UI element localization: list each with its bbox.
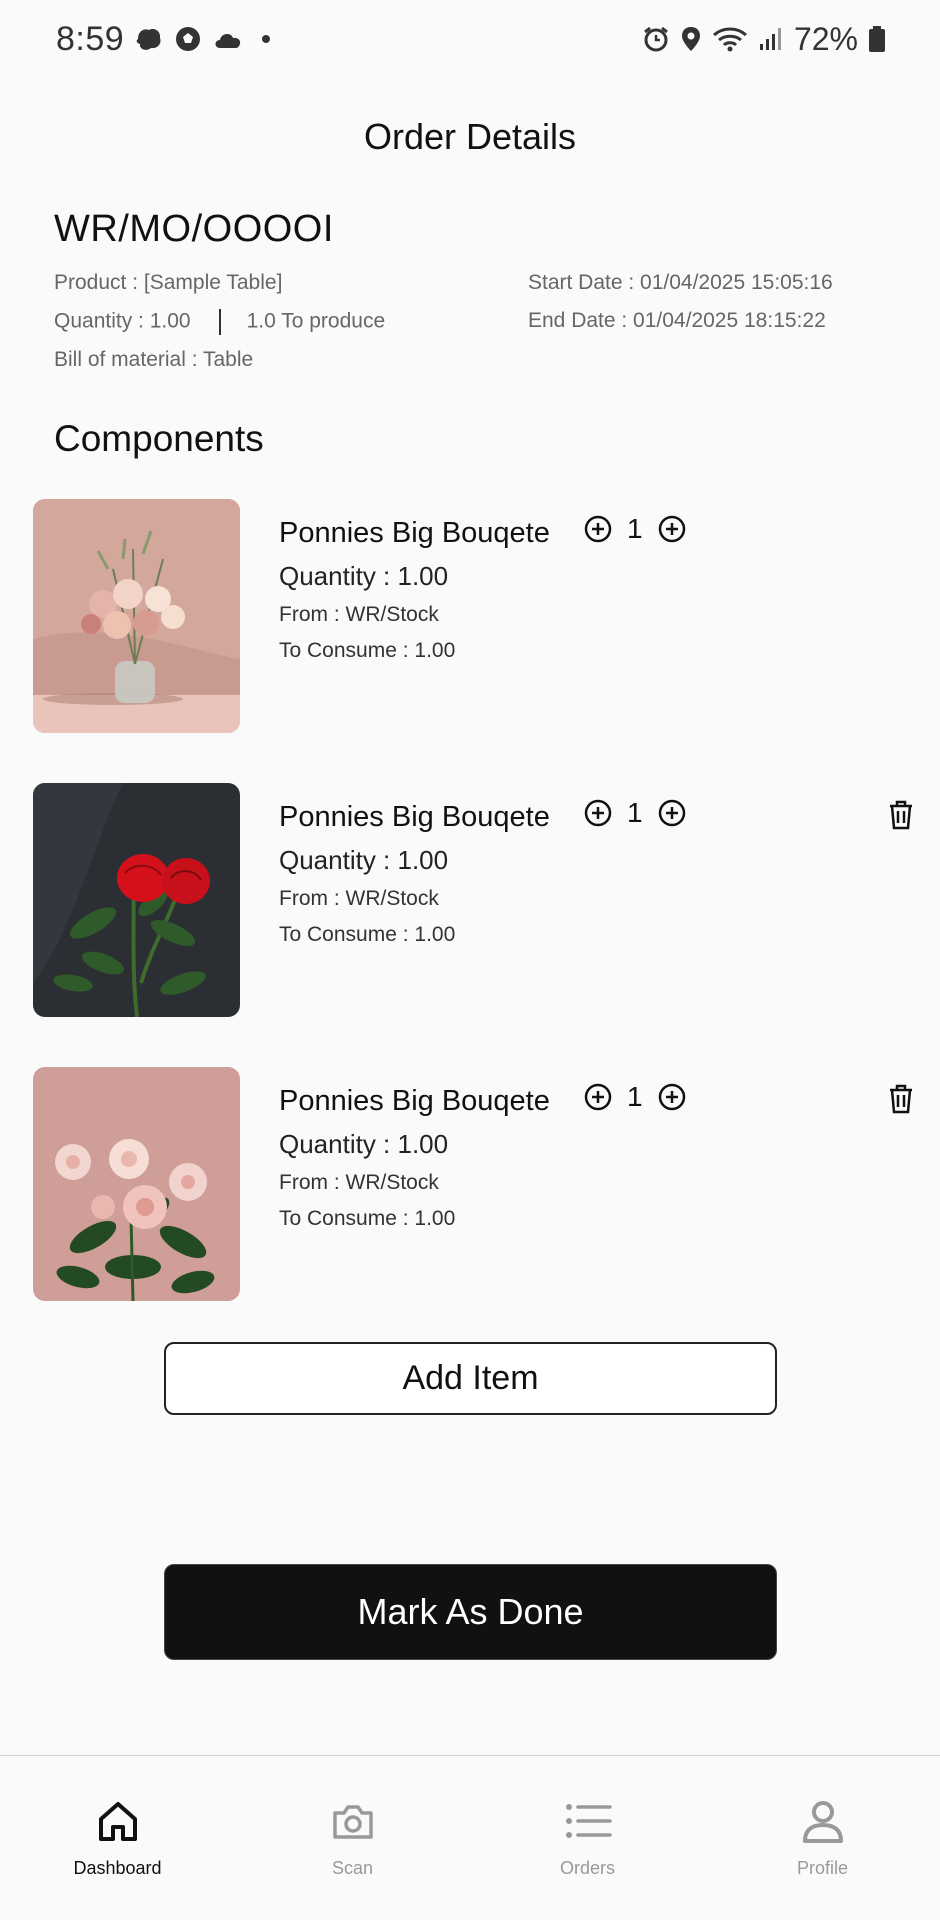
stepper-value: 1 [627,1081,643,1112]
order-bill-of-material: Bill of material : Table [54,348,254,371]
notification-app-icon [134,25,164,53]
bottom-nav: Dashboard Scan Orders Profile [0,1755,940,1920]
quantity-stepper: 1 [583,797,687,829]
component-from: From : WR/Stock [279,887,439,910]
page-title: Order Details [363,116,577,157]
cloud-icon [212,28,244,50]
component-item: Ponnies Big Bouqete 1 Quantity : 1.00 Fr… [33,1067,913,1301]
stepper-value: 1 [627,513,643,544]
plus-circle-icon [658,515,685,543]
nav-item-scan[interactable]: Scan [235,1756,470,1920]
plus-circle-icon [658,1083,685,1111]
component-item: Ponnies Big Bouqete 1 Quantity : 1.00 Fr… [33,783,913,1017]
nav-item-orders[interactable]: Orders [470,1756,705,1920]
nav-item-dashboard[interactable]: Dashboard [0,1756,235,1920]
add-item-button[interactable]: Add Item [164,1342,777,1415]
nav-item-profile[interactable]: Profile [705,1756,940,1920]
plus-circle-icon [584,799,612,827]
status-time: 8:59 [56,19,125,58]
component-to-consume: To Consume : 1.00 [279,639,456,662]
component-image [33,499,240,733]
increment-button[interactable] [583,798,613,828]
battery-percent: 72% [793,20,858,57]
component-image [33,1067,240,1301]
component-quantity: Quantity : 1.00 [279,1129,449,1159]
stepper-value: 1 [627,797,643,828]
battery-icon [868,25,886,53]
mark-as-done-button[interactable]: Mark As Done [164,1564,777,1660]
nav-label: Profile [796,1858,849,1878]
nav-label: Dashboard [73,1858,162,1878]
order-to-produce: 1.0 To produce [246,309,386,333]
delete-button[interactable] [887,799,915,831]
component-from: From : WR/Stock [279,603,439,626]
trash-icon [890,1084,912,1114]
plus-circle-icon [584,515,612,543]
soccer-ball-icon [174,25,202,53]
increment-button[interactable] [657,514,687,544]
order-start-date: Start Date : 01/04/2025 15:05:16 [528,271,833,294]
order-quantity-row: Quantity : 1.00 1.0 To produce [54,309,385,335]
increment-button[interactable] [657,1082,687,1112]
wifi-icon [712,26,748,52]
order-quantity: Quantity : 1.00 [54,309,191,333]
notification-dot-icon [262,35,271,43]
status-bar-right: 72% [642,21,886,58]
user-icon [801,1798,845,1844]
home-icon [96,1798,140,1844]
signal-icon [758,26,784,52]
increment-button[interactable] [583,1082,613,1112]
alarm-icon [642,25,670,53]
trash-icon [890,800,912,830]
quantity-stepper: 1 [583,513,687,545]
nav-label: Orders [559,1858,615,1878]
list-icon [564,1798,612,1844]
location-icon [680,25,702,53]
delete-button[interactable] [887,1083,915,1115]
nav-label: Scan [331,1858,374,1878]
order-product: Product : [Sample Table] [54,271,283,294]
quantity-stepper: 1 [583,1081,687,1113]
status-bar: 8:59 72% [0,0,940,78]
component-name: Ponnies Big Bouqete [279,801,550,833]
component-to-consume: To Consume : 1.00 [279,923,456,946]
component-image [33,783,240,1017]
camera-icon [331,1798,375,1844]
component-from: From : WR/Stock [279,1171,439,1194]
increment-button[interactable] [583,514,613,544]
components-title: Components [54,418,264,459]
component-name: Ponnies Big Bouqete [279,1085,550,1117]
plus-circle-icon [658,799,685,827]
plus-circle-icon [584,1083,612,1111]
component-to-consume: To Consume : 1.00 [279,1207,456,1230]
increment-button[interactable] [657,798,687,828]
component-name: Ponnies Big Bouqete [279,517,550,549]
order-end-date: End Date : 01/04/2025 18:15:22 [528,309,826,332]
order-reference: WR/MO/OOOOI [54,208,334,250]
component-quantity: Quantity : 1.00 [279,561,449,591]
component-quantity: Quantity : 1.00 [279,845,449,875]
component-item: Ponnies Big Bouqete 1 Quantity : 1.00 Fr… [33,499,913,733]
divider [218,309,221,335]
status-bar-left: 8:59 [56,19,271,59]
